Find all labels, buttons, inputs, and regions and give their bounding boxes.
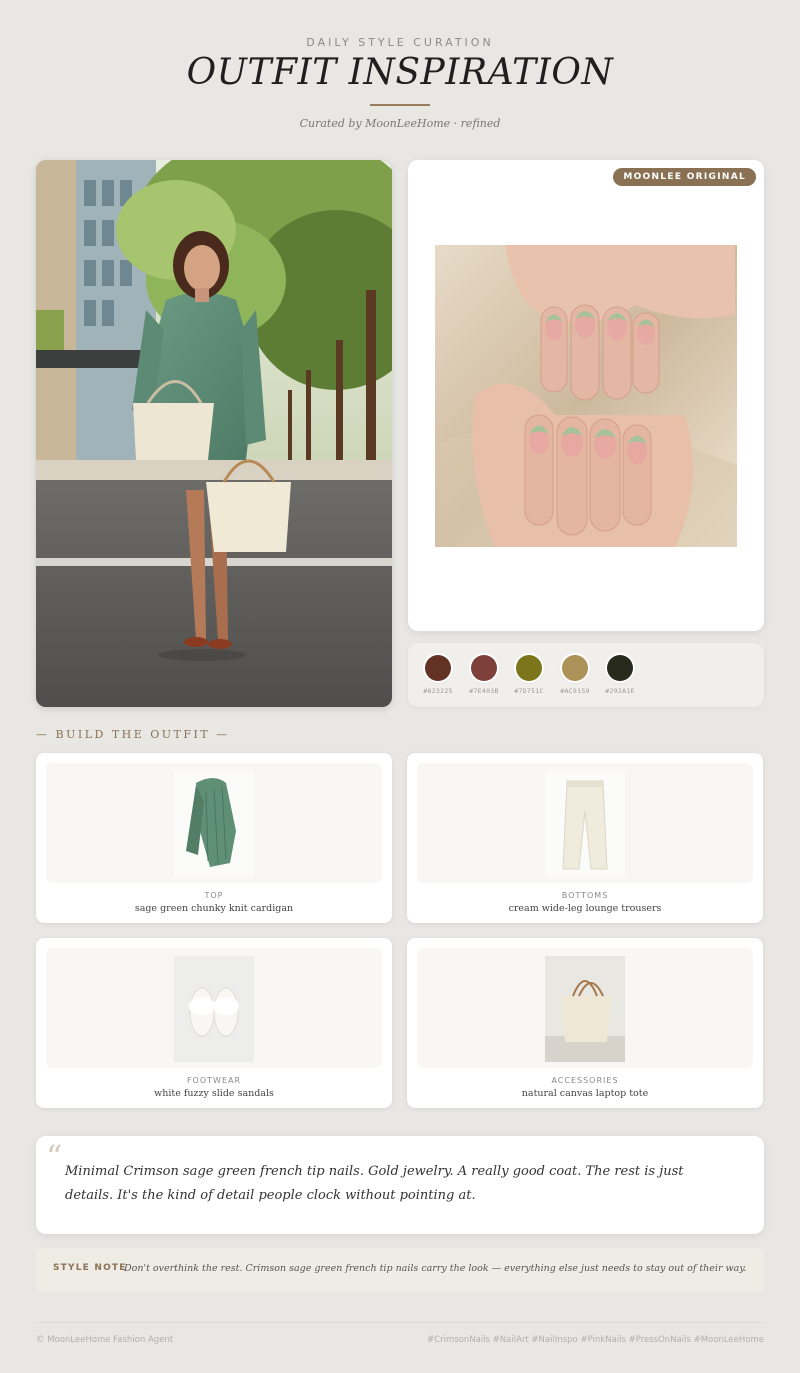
quote-card: “ Minimal Crimson sage green french tip … <box>36 1136 764 1234</box>
kicker: DAILY STYLE CURATION <box>306 36 494 49</box>
swatch-dot <box>516 655 542 681</box>
item-image-tote <box>545 956 625 1062</box>
item-category: BOTTOMS <box>561 891 609 900</box>
footer-hashtags[interactable]: #CrimsonNails #NailArt #NailInspo #PinkN… <box>427 1335 764 1345</box>
palette-swatch: #292A1E <box>600 655 640 695</box>
item-name: cream wide-leg lounge trousers <box>508 903 662 914</box>
outfit-item-accessories[interactable]: ACCESSORIES natural canvas laptop tote <box>407 938 763 1108</box>
item-image-trousers <box>545 771 625 877</box>
nail-feature-card: MOONLEE ORIGINAL <box>408 160 764 631</box>
swatch-hex: #AC9159 <box>560 687 590 695</box>
swatch-dot <box>425 655 451 681</box>
swatch-hex: #7E403B <box>469 687 499 695</box>
palette-swatch: #AC9159 <box>555 655 595 695</box>
swatch-dot <box>607 655 633 681</box>
hero-outfit-photo <box>36 160 392 707</box>
swatch-dot <box>562 655 588 681</box>
outfit-item-footwear[interactable]: FOOTWEAR white fuzzy slide sandals <box>36 938 392 1108</box>
swatch-hex: #623225 <box>423 687 453 695</box>
item-category: FOOTWEAR <box>186 1076 242 1085</box>
outfit-item-bottoms[interactable]: BOTTOMS cream wide-leg lounge trousers <box>407 753 763 923</box>
palette-swatch: #7D751C <box>509 655 549 695</box>
item-image-cardigan <box>174 771 254 877</box>
item-stage <box>46 763 382 883</box>
swatch-hex: #292A1E <box>605 687 635 695</box>
title-divider <box>370 104 430 106</box>
item-stage <box>417 948 753 1068</box>
curated-byline: Curated by MoonLeeHome · refined <box>299 117 501 130</box>
original-badge: MOONLEE ORIGINAL <box>613 168 756 186</box>
item-category: TOP <box>204 891 224 900</box>
swatch-hex: #7D751C <box>514 687 544 695</box>
item-name: natural canvas laptop tote <box>521 1088 649 1099</box>
style-note: STYLE NOTE Don't overthink the rest. Cri… <box>36 1248 764 1292</box>
quote-mark-icon: “ <box>46 1138 63 1176</box>
palette-swatch: #623225 <box>418 655 458 695</box>
palette-swatch: #7E403B <box>464 655 504 695</box>
item-category: ACCESSORIES <box>551 1076 619 1085</box>
color-palette: #623225 #7E403B #7D751C #AC9159 #292A1E <box>408 643 764 707</box>
footer-copyright: © MoonLeeHome Fashion Agent <box>36 1335 174 1345</box>
item-stage <box>46 948 382 1068</box>
item-name: white fuzzy slide sandals <box>154 1088 274 1099</box>
footer-divider <box>36 1322 764 1323</box>
item-image-sandals <box>174 956 254 1062</box>
item-name: sage green chunky knit cardigan <box>134 903 294 914</box>
item-stage <box>417 763 753 883</box>
nail-photo <box>435 245 737 547</box>
page-title: OUTFIT INSPIRATION <box>186 52 614 93</box>
quote-text: Minimal Crimson sage green french tip na… <box>65 1164 684 1203</box>
style-note-text: Don't overthink the rest. Crimson sage g… <box>124 1263 747 1274</box>
swatch-dot <box>471 655 497 681</box>
outfit-item-top[interactable]: TOP sage green chunky knit cardigan <box>36 753 392 923</box>
section-heading: — BUILD THE OUTFIT — <box>36 728 230 741</box>
style-note-label: STYLE NOTE <box>53 1263 127 1273</box>
